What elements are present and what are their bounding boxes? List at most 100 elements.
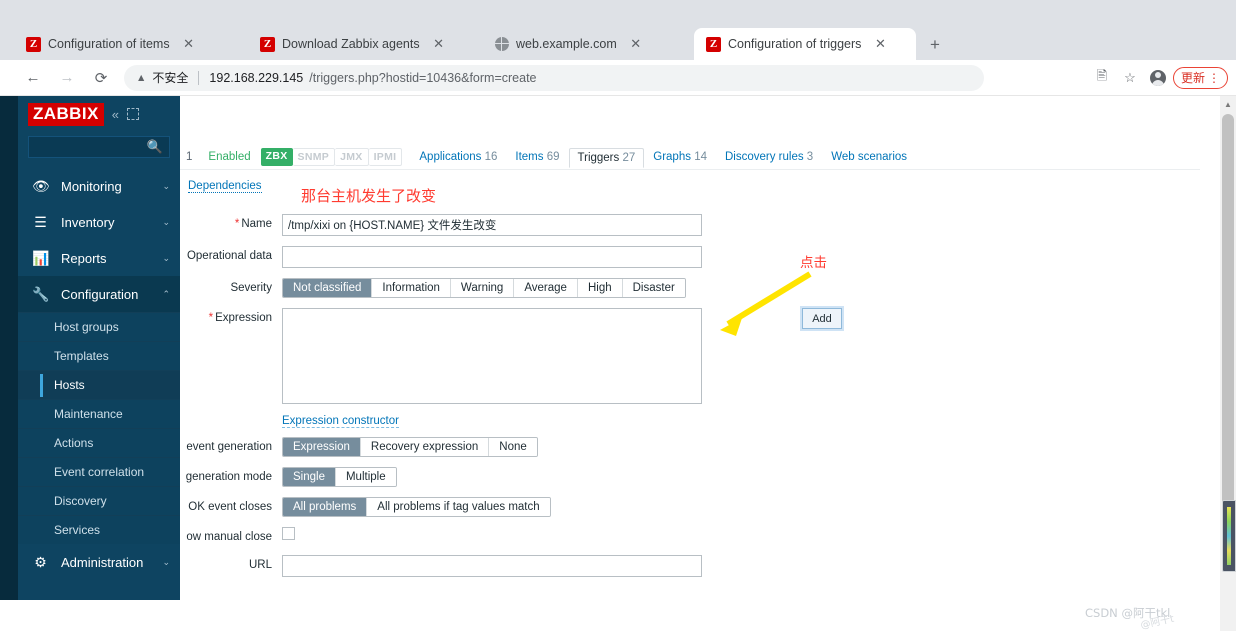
zabbix-content: 1 Enabled ZBX SNMP JMX IPMI Applications… bbox=[180, 96, 1200, 631]
add-expression-button[interactable]: Add bbox=[800, 306, 844, 331]
address-divider bbox=[198, 70, 200, 85]
zabbix-logo: ZABBIX bbox=[28, 102, 104, 126]
link-applications[interactable]: Applications 16 bbox=[410, 151, 506, 163]
ok-event-closes-option-all-problems[interactable]: All problems bbox=[283, 498, 368, 516]
configuration-submenu: Host groups Templates Hosts Maintenance … bbox=[18, 312, 180, 544]
sidebar-item-label: Administration bbox=[61, 554, 144, 570]
sidebar-item-event-correlation[interactable]: Event correlation bbox=[18, 457, 180, 486]
address-bar[interactable]: ▲ 不安全 192.168.229.145/triggers.php?hosti… bbox=[124, 64, 984, 91]
severity-option-information[interactable]: Information bbox=[372, 279, 451, 297]
tab-close-icon[interactable]: ✕ bbox=[431, 36, 447, 52]
link-triggers[interactable]: Triggers 27 bbox=[568, 147, 645, 168]
generation-mode-option-single[interactable]: Single bbox=[283, 468, 336, 486]
browser-tab-configuration-of-items[interactable]: Z Configuration of items ✕ bbox=[14, 28, 228, 60]
tab-close-icon[interactable]: ✕ bbox=[628, 36, 644, 52]
form-row-severity: Severity Not classified Information Warn… bbox=[180, 278, 1200, 298]
browser-tab-configuration-of-triggers[interactable]: Z Configuration of triggers ✕ bbox=[694, 28, 916, 60]
sidebar-item-configuration[interactable]: 🔧 Configuration ⌃ bbox=[18, 276, 180, 312]
update-button[interactable]: 更新 ⋮ bbox=[1172, 66, 1228, 89]
link-label: Discovery rules bbox=[724, 150, 804, 163]
label-severity: Severity bbox=[230, 282, 272, 294]
tab-close-icon[interactable]: ✕ bbox=[181, 36, 197, 52]
reload-icon[interactable]: ⟳ bbox=[86, 63, 116, 93]
name-input[interactable] bbox=[282, 214, 702, 236]
generation-mode-segmented-control: Single Multiple bbox=[282, 467, 397, 487]
sidebar-item-reports[interactable]: 📊 Reports ⌄ bbox=[18, 240, 180, 276]
allow-manual-close-checkbox[interactable] bbox=[282, 527, 295, 540]
scroll-up-icon[interactable]: ▲ bbox=[1220, 96, 1236, 112]
collapse-sidebar-icon[interactable]: « bbox=[112, 107, 119, 122]
browser-tab-download-zabbix-agents[interactable]: Z Download Zabbix agents ✕ bbox=[248, 28, 464, 60]
link-label: Graphs bbox=[653, 150, 691, 163]
translate-icon[interactable]: 🖹 bbox=[1089, 65, 1115, 91]
eye-icon: 👁 bbox=[32, 177, 50, 194]
link-count: 27 bbox=[622, 151, 636, 164]
form-row-operational-data: Operational data bbox=[180, 246, 1200, 268]
expression-textarea[interactable] bbox=[282, 308, 702, 404]
scrollbar-thumb[interactable] bbox=[1222, 114, 1234, 516]
sidebar-item-actions[interactable]: Actions bbox=[18, 428, 180, 457]
required-marker: * bbox=[234, 218, 240, 230]
toolbar-actions: 🖹 ☆ 更新 ⋮ bbox=[1089, 65, 1236, 91]
form-row-expression: * Expression Add Expression constructor bbox=[180, 306, 1200, 429]
link-discovery-rules[interactable]: Discovery rules 3 bbox=[716, 151, 822, 163]
ok-event-closes-option-tag-values-match[interactable]: All problems if tag values match bbox=[367, 498, 550, 516]
tab-close-icon[interactable]: ✕ bbox=[872, 36, 888, 52]
search-icon[interactable]: 🔍 bbox=[147, 139, 163, 155]
sidebar-item-discovery[interactable]: Discovery bbox=[18, 486, 180, 515]
chevron-up-icon: ⌃ bbox=[162, 288, 170, 299]
chevron-down-icon: ⌄ bbox=[162, 180, 170, 191]
form-row-ok-event-generation: event generation Expression Recovery exp… bbox=[180, 437, 1200, 457]
sidebar-item-hosts[interactable]: Hosts bbox=[18, 370, 180, 399]
sidebar-item-templates[interactable]: Templates bbox=[18, 341, 180, 370]
sidebar-item-maintenance[interactable]: Maintenance bbox=[18, 399, 180, 428]
back-icon[interactable]: ← bbox=[18, 63, 48, 93]
compact-view-icon[interactable] bbox=[126, 108, 139, 120]
severity-option-average[interactable]: Average bbox=[514, 279, 578, 297]
new-tab-button[interactable]: + bbox=[922, 32, 948, 58]
browser-tab-web-example-com[interactable]: web.example.com ✕ bbox=[482, 28, 698, 60]
ok-event-option-recovery-expression[interactable]: Recovery expression bbox=[360, 438, 490, 456]
forward-icon[interactable]: → bbox=[52, 63, 82, 93]
sidebar-header: ZABBIX « bbox=[18, 96, 180, 132]
sidebar-edge bbox=[0, 96, 18, 600]
sidebar-item-services[interactable]: Services bbox=[18, 515, 180, 544]
severity-option-disaster[interactable]: Disaster bbox=[622, 279, 685, 297]
link-web-scenarios[interactable]: Web scenarios bbox=[822, 151, 916, 163]
label-allow-manual-close: ow manual close bbox=[186, 531, 272, 543]
sidebar-search-input[interactable]: 🔍 bbox=[28, 136, 170, 158]
label-operational-data: Operational data bbox=[186, 250, 272, 262]
sidebar-item-administration[interactable]: ⚙ Administration ⌄ bbox=[18, 544, 180, 580]
chip-jmx: JMX bbox=[335, 147, 369, 166]
kebab-menu-icon[interactable]: ⋮ bbox=[1208, 72, 1220, 84]
avatar-icon[interactable] bbox=[1145, 65, 1171, 91]
update-label: 更新 bbox=[1180, 71, 1205, 85]
tab-title: Configuration of triggers bbox=[728, 37, 862, 51]
sidebar-item-label: Inventory bbox=[61, 214, 115, 230]
expression-constructor-link[interactable]: Expression constructor bbox=[282, 415, 399, 428]
severity-option-warning[interactable]: Warning bbox=[450, 279, 515, 297]
generation-mode-option-multiple[interactable]: Multiple bbox=[335, 468, 396, 486]
severity-option-not-classified[interactable]: Not classified bbox=[283, 279, 373, 297]
link-graphs[interactable]: Graphs 14 bbox=[644, 151, 716, 163]
link-items[interactable]: Items 69 bbox=[506, 151, 568, 163]
ok-event-generation-segmented-control: Expression Recovery expression None bbox=[282, 437, 538, 457]
form-row-ok-event-closes: OK event closes All problems All problem… bbox=[180, 497, 1200, 517]
chevron-down-icon: ⌄ bbox=[162, 216, 170, 227]
url-path: /triggers.php?hostid=10436&form=create bbox=[309, 70, 537, 85]
zabbix-icon: Z bbox=[706, 36, 721, 52]
chip-ipmi: IPMI bbox=[368, 147, 403, 166]
operational-data-input[interactable] bbox=[282, 246, 702, 268]
form-row-allow-manual-close: ow manual close bbox=[180, 527, 1200, 543]
ok-event-option-none[interactable]: None bbox=[489, 438, 537, 456]
sidebar-item-monitoring[interactable]: 👁 Monitoring ⌄ bbox=[18, 168, 180, 204]
sidebar-item-inventory[interactable]: ☰ Inventory ⌄ bbox=[18, 204, 180, 240]
tab-dependencies[interactable]: Dependencies bbox=[188, 180, 262, 193]
sidebar-item-host-groups[interactable]: Host groups bbox=[18, 312, 180, 341]
required-marker: * bbox=[208, 312, 214, 324]
star-icon[interactable]: ☆ bbox=[1117, 65, 1143, 91]
url-input[interactable] bbox=[282, 555, 702, 577]
link-label: Applications bbox=[419, 150, 482, 163]
ok-event-option-expression[interactable]: Expression bbox=[283, 438, 361, 456]
severity-option-high[interactable]: High bbox=[577, 279, 623, 297]
